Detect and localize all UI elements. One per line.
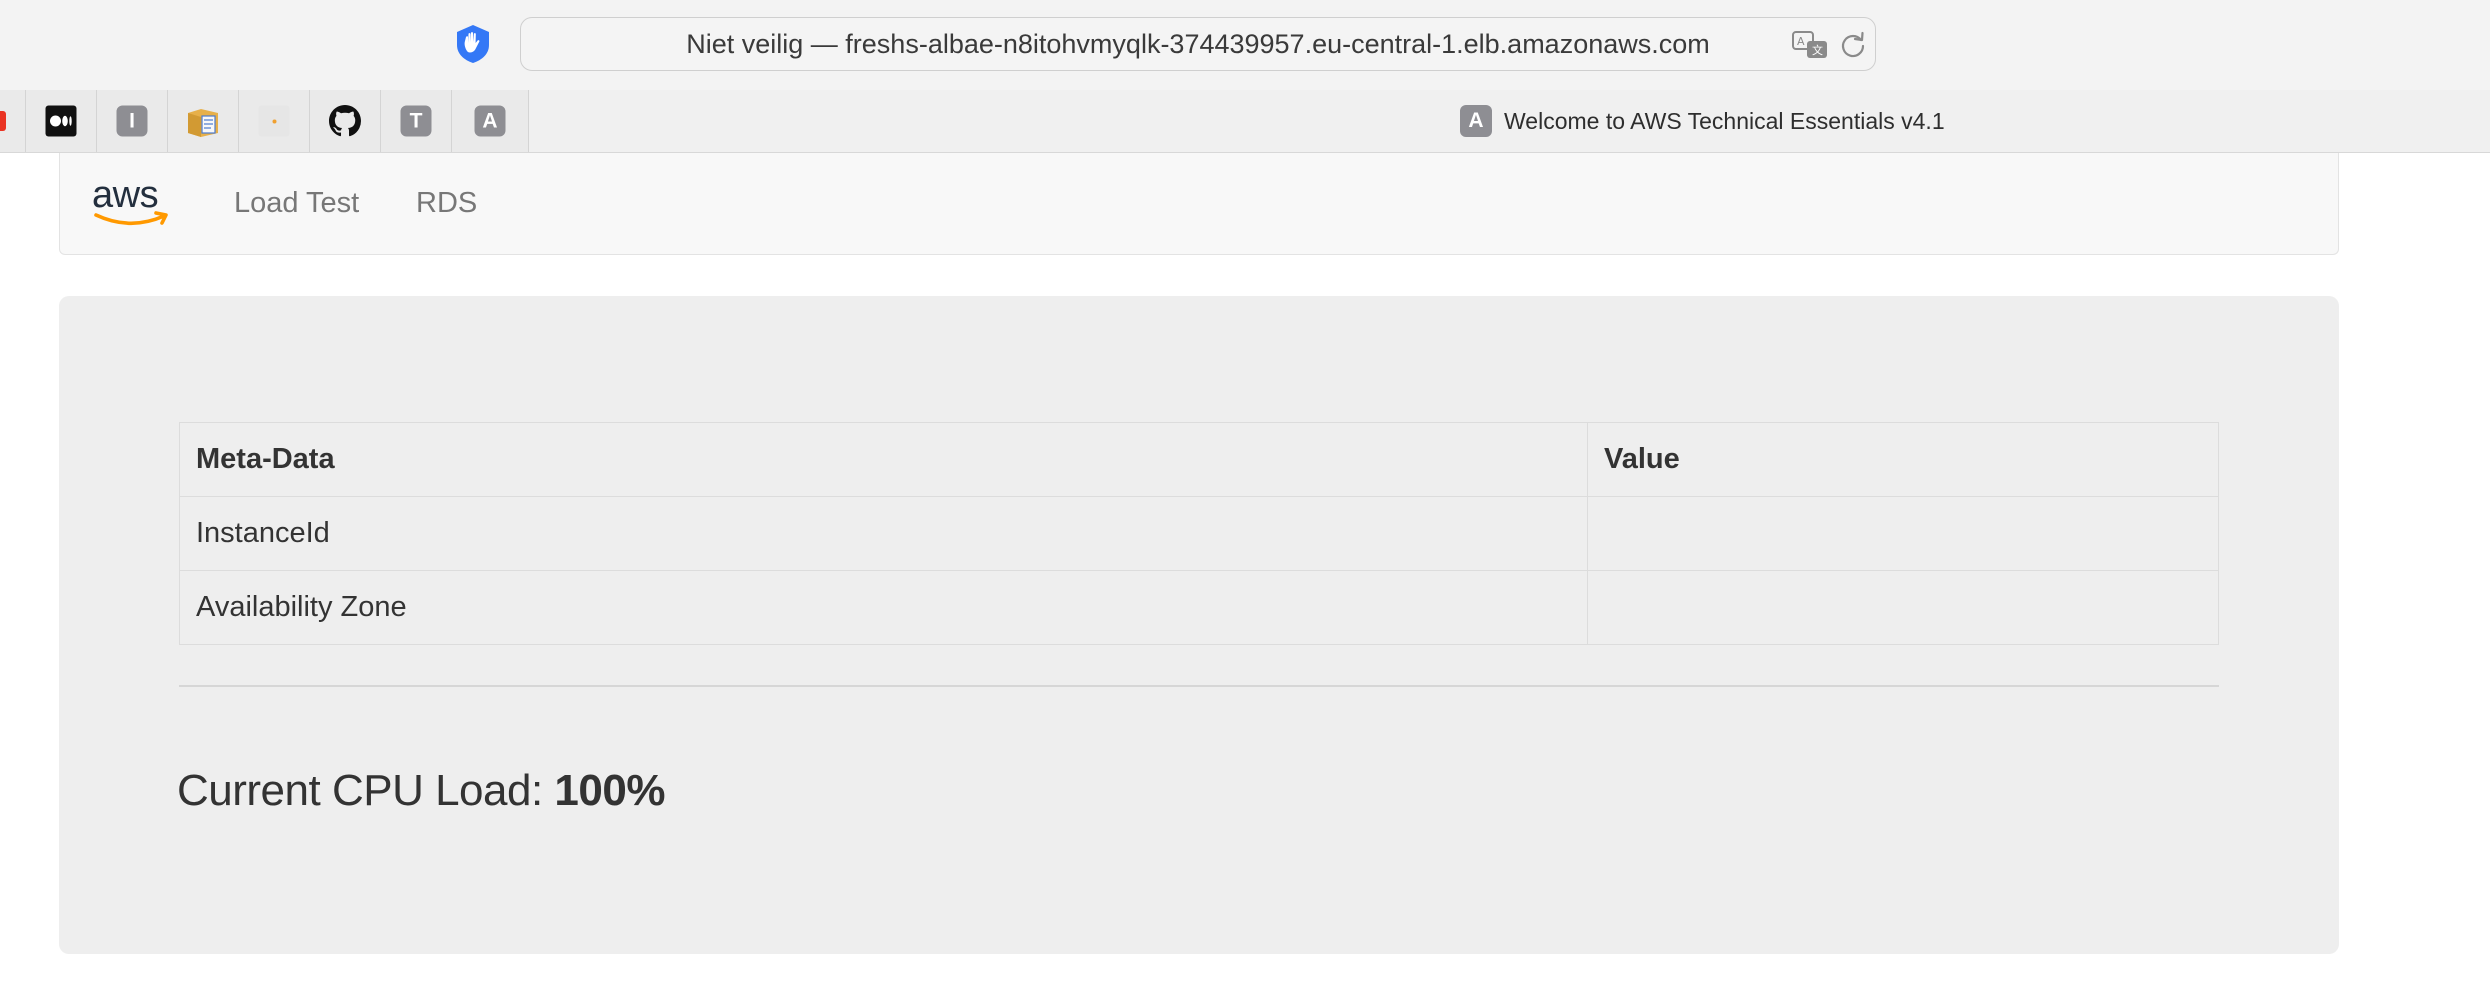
security-label: Niet veilig xyxy=(686,29,804,59)
active-tab-favicon-icon: A xyxy=(1460,104,1492,137)
column-header-meta-data: Meta-Data xyxy=(179,422,1588,497)
nav-link-rds[interactable]: RDS xyxy=(416,153,477,253)
svg-text:aws: aws xyxy=(92,175,158,216)
pinned-tab-medium[interactable] xyxy=(26,90,97,152)
metadata-table: Meta-Data Value InstanceId Availability … xyxy=(179,422,2219,645)
nav-link-load-test[interactable]: Load Test xyxy=(234,153,359,253)
column-header-value: Value xyxy=(1587,422,2219,497)
tab-bar: I T A A Welcome to AWS Technical Essentia… xyxy=(0,90,2490,153)
cpu-load: Current CPU Load: 100% xyxy=(177,766,665,816)
pinned-tab-i[interactable]: I xyxy=(97,90,168,152)
github-icon xyxy=(329,105,361,137)
aws-logo-icon[interactable]: aws xyxy=(90,175,174,235)
address-bar[interactable]: Niet veilig — freshs-albae-n8itohvmyqlk-… xyxy=(520,17,1876,71)
cpu-load-value: 100% xyxy=(554,766,665,815)
letter-i-icon: I xyxy=(116,105,148,137)
table-header-row: Meta-Data Value xyxy=(179,422,2219,497)
pinned-tab-t[interactable]: T xyxy=(381,90,452,152)
pinned-tab-1[interactable] xyxy=(0,90,26,152)
table-row: InstanceId xyxy=(179,496,2219,571)
svg-text:文: 文 xyxy=(1812,43,1823,57)
active-tab[interactable]: A Welcome to AWS Technical Essentials v4.… xyxy=(1460,90,1945,152)
table-cell-value xyxy=(1587,496,2219,571)
reload-icon[interactable] xyxy=(1839,31,1867,59)
table-row: Availability Zone xyxy=(179,570,2219,645)
pinned-tab-dot[interactable] xyxy=(239,90,310,152)
url-text: freshs-albae-n8itohvmyqlk-374439957.eu-c… xyxy=(845,29,1710,59)
dot-icon xyxy=(258,105,290,137)
url-separator: — xyxy=(810,29,838,59)
pinned-tab-github[interactable] xyxy=(310,90,381,152)
site-navbar: aws Load Test RDS xyxy=(59,153,2339,255)
letter-a-icon: A xyxy=(474,105,506,137)
red-favicon-icon xyxy=(0,111,6,131)
translate-icon[interactable]: A 文 xyxy=(1791,30,1831,60)
browser-toolbar: Niet veilig — freshs-albae-n8itohvmyqlk-… xyxy=(0,0,2490,90)
cpu-load-label: Current CPU Load: xyxy=(177,766,543,815)
notes-box-icon xyxy=(188,109,218,137)
content-blocker-shield-icon[interactable] xyxy=(453,24,493,64)
svg-text:A: A xyxy=(1797,35,1805,48)
main-panel: Meta-Data Value InstanceId Availability … xyxy=(59,296,2339,954)
table-cell-key: InstanceId xyxy=(179,496,1588,571)
pinned-tab-notes[interactable] xyxy=(168,90,239,152)
table-cell-key: Availability Zone xyxy=(179,570,1588,645)
pinned-tab-a[interactable]: A xyxy=(452,90,529,152)
table-cell-value xyxy=(1587,570,2219,645)
active-tab-title: Welcome to AWS Technical Essentials v4.1 xyxy=(1504,108,1945,134)
letter-t-icon: T xyxy=(400,105,432,137)
medium-icon xyxy=(45,105,77,137)
divider xyxy=(179,685,2219,687)
